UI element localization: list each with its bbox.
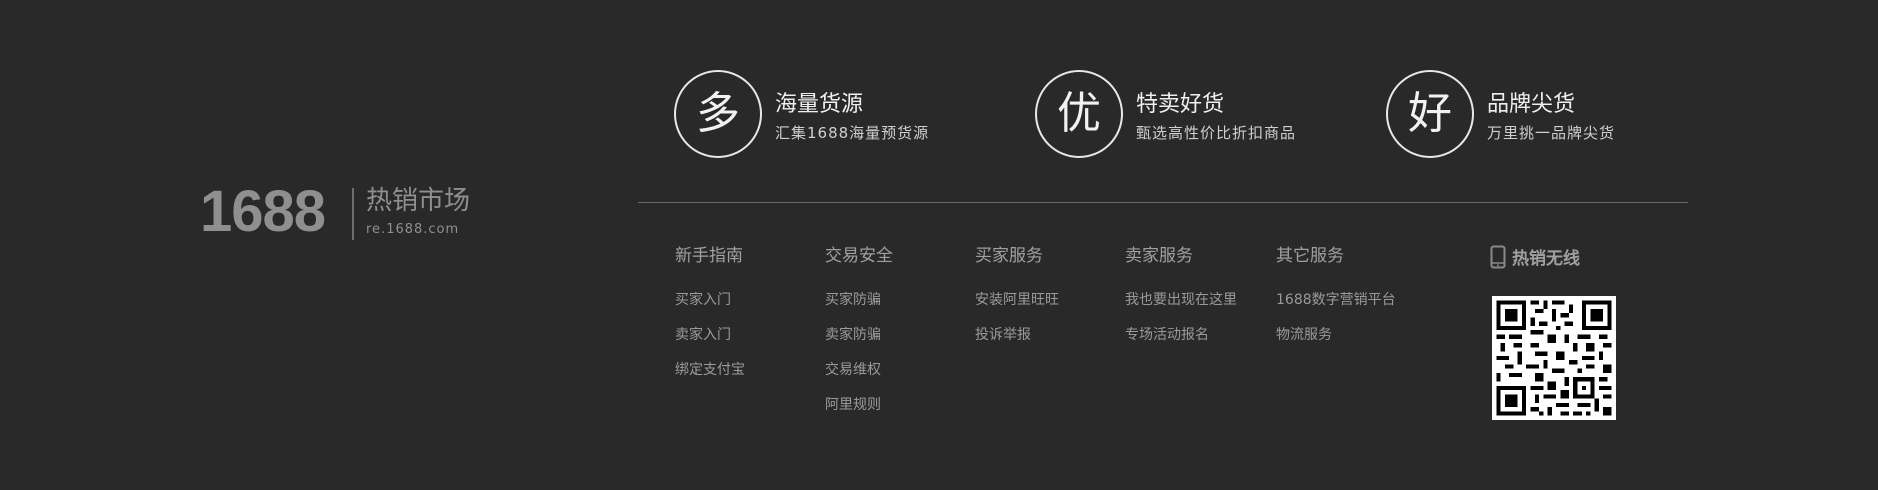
footer-column-buyer: 买家服务 安装阿里旺旺 投诉举报	[975, 244, 1059, 360]
footer-link[interactable]: 卖家防骗	[825, 325, 893, 360]
footer-link[interactable]: 阿里规则	[825, 395, 893, 430]
feature-subtitle: 万里挑一品牌尖货	[1487, 124, 1616, 142]
footer-link[interactable]: 投诉举报	[975, 325, 1059, 360]
feature-title: 品牌尖货	[1487, 92, 1576, 117]
footer-column-other: 其它服务 1688数字营销平台 物流服务	[1276, 244, 1396, 360]
footer-link[interactable]: 我也要出现在这里	[1125, 290, 1237, 325]
feature-icon: 优	[1035, 70, 1123, 158]
footer-column-seller: 卖家服务 我也要出现在这里 专场活动报名	[1125, 244, 1237, 360]
footer-link[interactable]: 安装阿里旺旺	[975, 290, 1059, 325]
feature-subtitle: 汇集1688海量预货源	[775, 124, 930, 142]
mobile-section: 热销无线	[1490, 244, 1616, 420]
footer-column-safety: 交易安全 买家防骗 卖家防骗 交易维权 阿里规则	[825, 244, 893, 430]
column-title: 新手指南	[675, 246, 743, 266]
site-footer: 1688 热销市场 re.1688.com 多 海量货源 汇集1688海量预货源…	[0, 0, 1878, 490]
column-title: 交易安全	[825, 246, 893, 266]
mobile-title: 热销无线	[1512, 249, 1580, 269]
footer-link[interactable]: 买家入门	[675, 290, 745, 325]
feature-icon: 好	[1386, 70, 1474, 158]
footer-link[interactable]: 买家防骗	[825, 290, 893, 325]
footer-link[interactable]: 卖家入门	[675, 325, 745, 360]
column-title: 买家服务	[975, 246, 1043, 266]
feature-title: 海量货源	[775, 92, 864, 117]
footer-column-guide: 新手指南 买家入门 卖家入门 绑定支付宝	[675, 244, 745, 395]
footer-link[interactable]: 物流服务	[1276, 325, 1396, 360]
footer-link[interactable]: 绑定支付宝	[675, 360, 745, 395]
qr-code[interactable]	[1492, 296, 1616, 420]
column-title: 卖家服务	[1125, 246, 1193, 266]
logo-title: 热销市场	[366, 186, 471, 216]
logo-number: 1688	[200, 179, 326, 244]
column-title: 其它服务	[1276, 246, 1344, 266]
footer-link[interactable]: 专场活动报名	[1125, 325, 1237, 360]
logo-separator	[352, 188, 354, 240]
footer-link[interactable]: 交易维权	[825, 360, 893, 395]
feature-icon: 多	[674, 70, 762, 158]
feature-title: 特卖好货	[1136, 92, 1225, 117]
footer-link[interactable]: 1688数字营销平台	[1276, 290, 1396, 325]
phone-icon	[1490, 245, 1506, 268]
footer-divider	[638, 202, 1688, 203]
logo-url: re.1688.com	[366, 222, 460, 237]
feature-subtitle: 甄选高性价比折扣商品	[1136, 124, 1297, 142]
